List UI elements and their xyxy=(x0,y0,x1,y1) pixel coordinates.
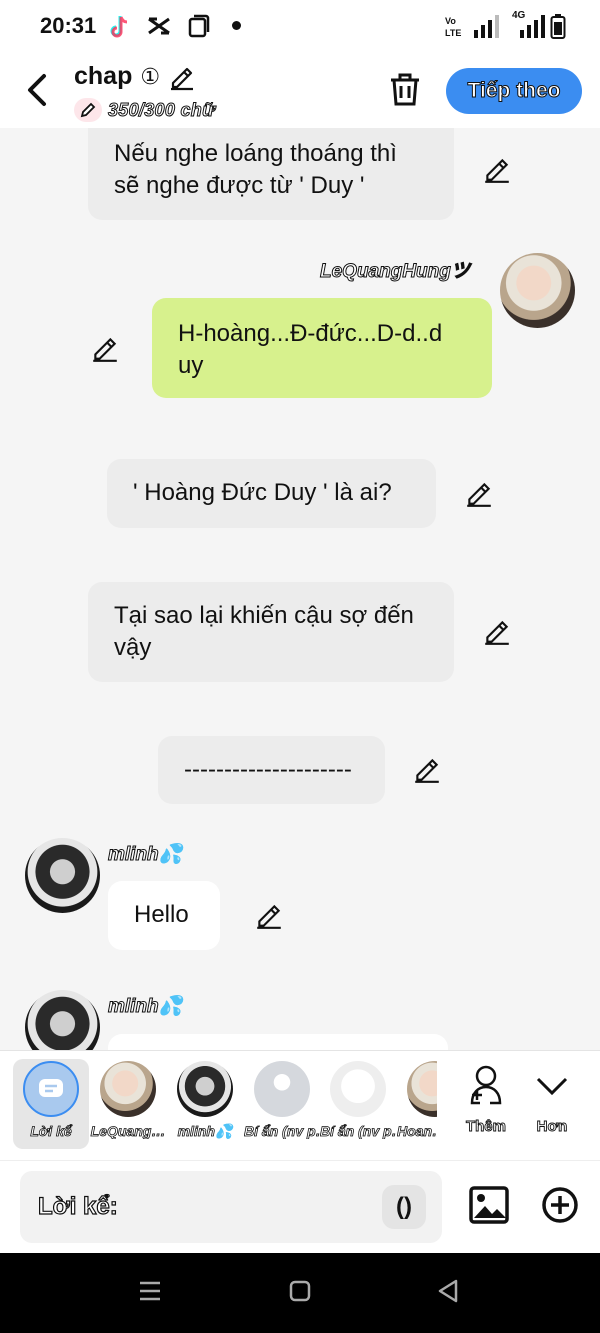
more-label: Thêm xyxy=(465,1118,507,1136)
add-person-icon xyxy=(470,1065,502,1105)
character-label: Bí ẩn (nv p… xyxy=(320,1123,396,1139)
edit-message-icon[interactable] xyxy=(464,478,494,508)
avatar[interactable] xyxy=(500,253,575,328)
edit-title-icon[interactable] xyxy=(168,63,196,91)
system-nav-bar xyxy=(0,1253,600,1333)
add-icon[interactable] xyxy=(540,1185,580,1225)
expand-label: Hơn xyxy=(536,1118,568,1136)
menu-icon[interactable] xyxy=(138,1279,162,1303)
message-bubble[interactable]: H-hoàng...Đ-đức...D-d..d uy xyxy=(152,298,492,398)
expand-button[interactable]: Hơn xyxy=(522,1063,582,1135)
title-row: chap ① xyxy=(74,62,196,91)
parenthesis-button[interactable]: () xyxy=(382,1185,426,1229)
edit-message-icon[interactable] xyxy=(412,754,442,784)
chevron-down-icon xyxy=(536,1077,568,1096)
trash-icon[interactable] xyxy=(388,72,422,108)
narrator-icon xyxy=(23,1061,79,1117)
pencil-icon xyxy=(74,98,102,122)
svg-text:Vo: Vo xyxy=(445,16,456,26)
avatar xyxy=(330,1061,386,1117)
editor-header: chap ① 350/300 chữ Tiếp theo xyxy=(0,54,600,128)
character-label: mlinh💦 xyxy=(177,1123,233,1139)
sender-name: LeQuangHungツ xyxy=(320,261,471,283)
character-item[interactable]: Bí ẩn (nv p… xyxy=(244,1061,320,1139)
message-text: H-hoàng...Đ-đức...D-d..d uy xyxy=(178,320,443,379)
avatar xyxy=(100,1061,156,1117)
character-label: Bí ẩn (nv p… xyxy=(244,1123,320,1139)
back-icon[interactable] xyxy=(436,1279,460,1303)
avatar xyxy=(254,1061,310,1117)
narration-bubble[interactable]: ' Hoàng Đức Duy ' là ai? xyxy=(107,459,436,528)
sender-name: mlinh💦 xyxy=(107,844,183,866)
signal-icon-1 xyxy=(474,15,499,38)
next-button[interactable]: Tiếp theo xyxy=(446,68,582,114)
message-text: Tại sao lại khiến cậu sợ đến vậy xyxy=(114,602,414,661)
battery-icon xyxy=(550,14,566,39)
edit-message-icon[interactable] xyxy=(482,154,512,184)
status-bar: 20:31 Vo LTE 4G xyxy=(0,0,600,54)
message-bubble[interactable]: Hello xyxy=(108,881,220,950)
status-time: 20:31 xyxy=(40,13,97,38)
narration-bubble[interactable]: Tại sao lại khiến cậu sợ đến vậy xyxy=(88,582,454,682)
chat-area: Nếu nghe loáng thoáng thì sẽ nghe được t… xyxy=(0,128,600,1050)
character-label: Lời kể xyxy=(30,1123,72,1139)
message-text: ' Hoàng Đức Duy ' là ai? xyxy=(133,479,392,506)
image-icon[interactable] xyxy=(468,1185,510,1225)
input-bar: Lời kể: () xyxy=(0,1160,600,1253)
edit-message-icon[interactable] xyxy=(254,900,284,930)
sender-name: mlinh💦 xyxy=(107,996,183,1018)
narration-bubble[interactable]: Nếu nghe loáng thoáng thì sẽ nghe được t… xyxy=(88,128,454,220)
edit-message-icon[interactable] xyxy=(482,616,512,646)
character-item[interactable]: mlinh💦 xyxy=(167,1061,243,1140)
message-text: Hello xyxy=(134,901,189,928)
back-arrow-icon[interactable] xyxy=(24,72,52,108)
avatar[interactable] xyxy=(25,838,100,913)
svg-text:LTE: LTE xyxy=(445,28,461,38)
character-label: Hoan… xyxy=(397,1123,437,1139)
title-badge: ① xyxy=(140,63,161,89)
message-input[interactable]: Lời kể: () xyxy=(20,1171,442,1243)
char-count-row: 350/300 chữ xyxy=(74,98,215,122)
input-placeholder: Lời kể: xyxy=(37,1192,118,1220)
volte-icon: Vo LTE xyxy=(445,16,461,38)
avatar[interactable] xyxy=(25,990,100,1050)
character-picker: Lời kể LeQuang… mlinh💦 Bí ẩn (nv p… Bí ẩ… xyxy=(0,1050,600,1160)
notification-dot xyxy=(232,21,241,30)
signal-icon-2 xyxy=(520,15,545,38)
screenshot-icon xyxy=(188,14,210,38)
divider-bubble[interactable]: --------------------- xyxy=(158,736,385,804)
message-text: Nếu nghe loáng thoáng thì sẽ nghe được t… xyxy=(114,140,397,199)
message-text: --------------------- xyxy=(184,756,352,783)
char-count: 350/300 chữ xyxy=(107,99,216,120)
message-bubble[interactable] xyxy=(108,1034,448,1050)
edit-message-icon[interactable] xyxy=(90,333,120,363)
character-item[interactable]: Bí ẩn (nv p… xyxy=(320,1061,396,1139)
character-item[interactable]: LeQuang… xyxy=(90,1061,166,1139)
tiktok-icon xyxy=(110,16,128,38)
character-label: LeQuang… xyxy=(90,1123,166,1139)
chapter-title: chap xyxy=(74,62,133,90)
capcut-icon xyxy=(148,17,170,35)
avatar xyxy=(407,1061,437,1117)
character-item[interactable]: Hoan… xyxy=(397,1061,437,1139)
home-icon[interactable] xyxy=(288,1279,312,1303)
character-narrator[interactable]: Lời kể xyxy=(13,1061,89,1139)
add-character-button[interactable]: Thêm xyxy=(456,1063,516,1135)
avatar xyxy=(177,1061,233,1117)
